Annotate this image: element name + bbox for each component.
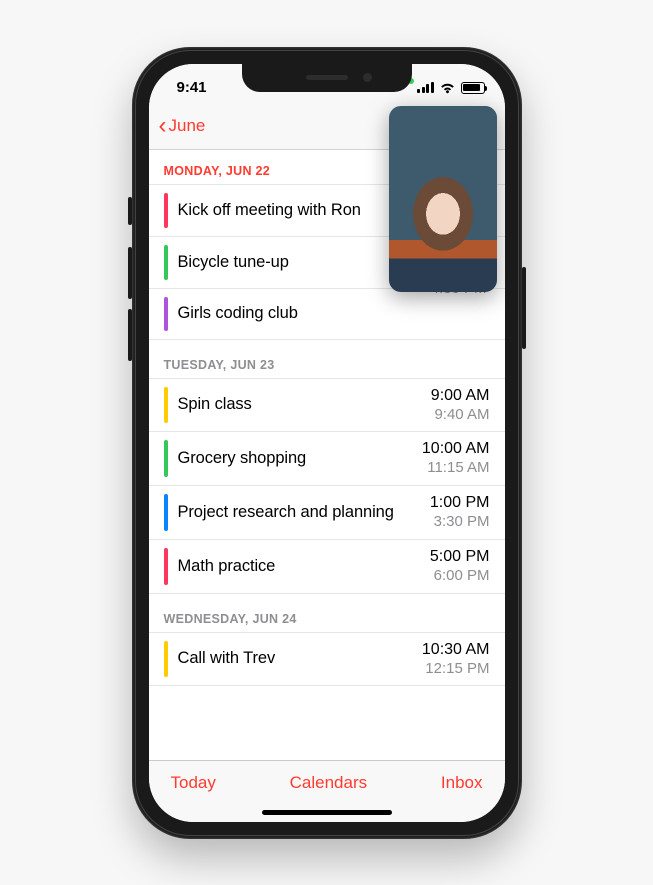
volume-up-button[interactable]: [128, 247, 132, 299]
calendar-color-bar: [164, 494, 168, 531]
calendar-color-bar: [164, 193, 168, 228]
home-indicator[interactable]: [262, 810, 392, 815]
event-row[interactable]: Grocery shopping10:00 AM11:15 AM: [149, 431, 505, 485]
event-title: Spin class: [178, 395, 431, 414]
event-end-time: 3:30 PM: [430, 513, 490, 532]
calendar-color-bar: [164, 387, 168, 424]
event-end-time: 12:15 PM: [422, 660, 490, 679]
event-title: Grocery shopping: [178, 449, 422, 468]
event-title: Call with Trev: [178, 649, 422, 668]
event-times: 9:00 AM9:40 AM: [431, 386, 490, 425]
event-start-time: 10:30 AM: [422, 640, 490, 660]
event-times: 10:00 AM11:15 AM: [422, 439, 490, 478]
event-row[interactable]: Call with Trev10:30 AM12:15 PM: [149, 632, 505, 687]
facetime-video-thumbnail: [389, 106, 497, 292]
event-start-time: 10:00 AM: [422, 439, 490, 459]
mute-switch[interactable]: [128, 197, 132, 225]
chevron-left-icon: ‹: [159, 114, 167, 138]
event-times: 5:00 PM6:00 PM: [430, 547, 490, 586]
calendars-button[interactable]: Calendars: [290, 773, 368, 793]
cellular-signal-icon: [417, 82, 434, 94]
status-time: 9:41: [167, 79, 207, 96]
calendar-color-bar: [164, 641, 168, 678]
event-row[interactable]: Math practice5:00 PM6:00 PM: [149, 539, 505, 594]
calendar-color-bar: [164, 297, 168, 331]
event-times: 1:00 PM3:30 PM: [430, 493, 490, 532]
phone-frame: 9:41 ‹ June: [132, 47, 522, 839]
event-title: Math practice: [178, 557, 430, 576]
event-row[interactable]: Spin class9:00 AM9:40 AM: [149, 378, 505, 432]
event-end-time: 11:15 AM: [422, 459, 490, 478]
event-title: Project research and planning: [178, 503, 430, 522]
calendar-color-bar: [164, 440, 168, 477]
calendar-color-bar: [164, 548, 168, 585]
notch: [242, 64, 412, 92]
facetime-pip-window[interactable]: [389, 106, 497, 292]
front-camera: [363, 73, 372, 82]
event-title: Girls coding club: [178, 304, 490, 323]
speaker-grille: [306, 75, 348, 80]
power-button[interactable]: [522, 267, 526, 349]
calendar-color-bar: [164, 245, 168, 280]
wifi-icon: [439, 82, 456, 94]
back-label: June: [169, 116, 206, 136]
back-button[interactable]: ‹ June: [159, 114, 206, 138]
today-button[interactable]: Today: [171, 773, 216, 793]
battery-icon: [461, 82, 485, 94]
inbox-button[interactable]: Inbox: [441, 773, 483, 793]
event-times: 10:30 AM12:15 PM: [422, 640, 490, 679]
event-start-time: 9:00 AM: [431, 386, 490, 406]
event-start-time: 5:00 PM: [430, 547, 490, 567]
section-header: TUESDAY, JUN 23: [149, 340, 505, 378]
section-header: WEDNESDAY, JUN 24: [149, 594, 505, 632]
event-row[interactable]: Project research and planning1:00 PM3:30…: [149, 485, 505, 539]
screen: 9:41 ‹ June: [149, 64, 505, 822]
event-end-time: 6:00 PM: [430, 567, 490, 586]
event-end-time: 9:40 AM: [431, 406, 490, 425]
volume-down-button[interactable]: [128, 309, 132, 361]
event-start-time: 1:00 PM: [430, 493, 490, 513]
